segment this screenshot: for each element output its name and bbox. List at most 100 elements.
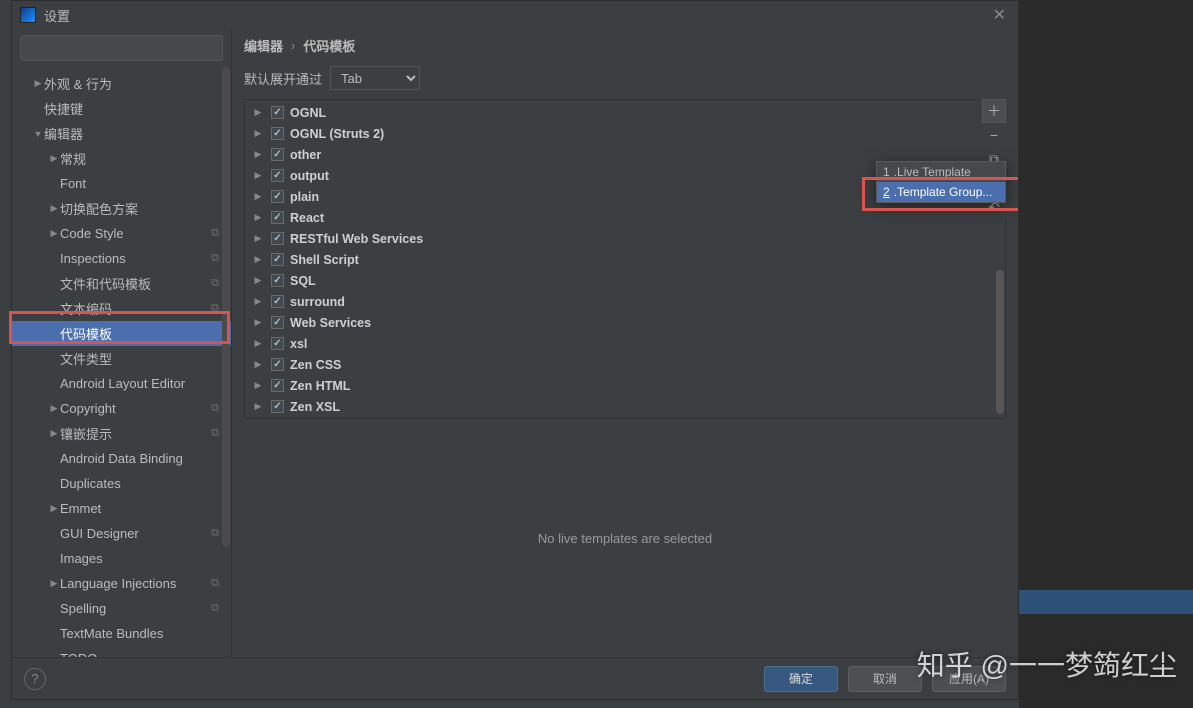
ok-button[interactable]: 确定: [764, 666, 838, 692]
expand-arrow-icon[interactable]: ▶: [48, 403, 60, 414]
popup-item[interactable]: 1. Live Template: [877, 162, 1005, 182]
sidebar-item[interactable]: ▶切换配色方案: [12, 196, 231, 221]
group-label: plain: [290, 190, 319, 204]
group-checkbox[interactable]: ✓: [271, 169, 284, 182]
sidebar-item[interactable]: 文件和代码模板⧉: [12, 271, 231, 296]
template-group[interactable]: ▶ ✓ SQL: [245, 270, 995, 291]
expand-arrow-icon[interactable]: ▼: [32, 129, 44, 139]
group-checkbox[interactable]: ✓: [271, 148, 284, 161]
expand-arrow-icon[interactable]: ▶: [251, 233, 265, 244]
group-checkbox[interactable]: ✓: [271, 127, 284, 140]
group-label: SQL: [290, 274, 316, 288]
expand-arrow-icon[interactable]: ▶: [251, 212, 265, 223]
group-checkbox[interactable]: ✓: [271, 337, 284, 350]
add-button[interactable]: ＋: [982, 99, 1006, 123]
popup-item[interactable]: 2. Template Group...: [877, 182, 1005, 202]
sidebar-item[interactable]: 代码模板: [12, 321, 231, 346]
breadcrumb-editor[interactable]: 编辑器: [244, 36, 283, 55]
template-group-list[interactable]: ▶✓OGNL▶✓OGNL (Struts 2)▶✓other▶✓output▶✓…: [245, 100, 995, 418]
template-group[interactable]: ▶✓Web Services: [245, 312, 995, 333]
expand-arrow-icon[interactable]: ▶: [251, 380, 265, 391]
expand-arrow-icon[interactable]: ▶: [48, 203, 60, 214]
template-group[interactable]: ▶✓surround: [245, 291, 995, 312]
expand-arrow-icon[interactable]: ▶: [48, 578, 60, 589]
expand-arrow-icon[interactable]: ▶: [251, 359, 265, 370]
sidebar-item[interactable]: TODO: [12, 646, 231, 657]
scope-badge-icon: ⧉: [211, 402, 219, 415]
expand-arrow-icon[interactable]: ▶: [251, 254, 265, 265]
apply-button[interactable]: 应用(A): [932, 666, 1006, 692]
sidebar-item[interactable]: ▶Copyright⧉: [12, 396, 231, 421]
close-icon[interactable]: ✕: [989, 5, 1010, 25]
sidebar-item-label: Android Data Binding: [60, 451, 225, 466]
sidebar-item[interactable]: ▶镶嵌提示⧉: [12, 421, 231, 446]
group-checkbox[interactable]: ✓: [271, 106, 284, 119]
template-group[interactable]: ▶✓Shell Script: [245, 249, 995, 270]
group-checkbox[interactable]: ✓: [271, 232, 284, 245]
sidebar-item[interactable]: 快捷键: [12, 96, 231, 121]
template-group[interactable]: ▶✓RESTful Web Services: [245, 228, 995, 249]
sidebar-item[interactable]: ▶Code Style⧉: [12, 221, 231, 246]
sidebar-item[interactable]: 文件类型: [12, 346, 231, 371]
expand-arrow-icon[interactable]: ▶: [251, 401, 265, 412]
tree-scrollbar[interactable]: [222, 67, 230, 547]
group-checkbox[interactable]: ✓: [271, 274, 284, 287]
expand-arrow-icon[interactable]: ▶: [48, 428, 60, 439]
expand-arrow-icon[interactable]: ▶: [251, 317, 265, 328]
expand-arrow-icon[interactable]: ▶: [251, 170, 265, 181]
expand-arrow-icon[interactable]: ▶: [48, 503, 60, 514]
group-checkbox[interactable]: ✓: [271, 316, 284, 329]
sidebar-item[interactable]: ▶Language Injections⧉: [12, 571, 231, 596]
expand-arrow-icon[interactable]: ▶: [251, 107, 265, 118]
group-checkbox[interactable]: ✓: [271, 295, 284, 308]
sidebar-item[interactable]: Inspections⧉: [12, 246, 231, 271]
sidebar-item[interactable]: Duplicates: [12, 471, 231, 496]
expand-arrow-icon[interactable]: ▶: [251, 191, 265, 202]
sidebar-item[interactable]: Images: [12, 546, 231, 571]
expand-arrow-icon[interactable]: ▶: [251, 128, 265, 139]
sidebar-item[interactable]: ▶外观 & 行为: [12, 71, 231, 96]
sidebar-item[interactable]: ▶Emmet: [12, 496, 231, 521]
template-group[interactable]: ▶✓React: [245, 207, 995, 228]
sidebar-item[interactable]: ▼编辑器: [12, 121, 231, 146]
template-group[interactable]: ▶ ✓ xsl: [245, 333, 995, 354]
settings-tree[interactable]: ▶外观 & 行为快捷键 ▼编辑器▶常规Font▶切换配色方案▶Code Style…: [12, 67, 231, 657]
main-panel: 编辑器 › 代码模板 默认展开通过 Tab ▶✓OGNL▶✓OGNL (Stru…: [232, 29, 1018, 657]
group-checkbox[interactable]: ✓: [271, 190, 284, 203]
template-group[interactable]: ▶✓Zen HTML: [245, 375, 995, 396]
help-button[interactable]: ?: [24, 668, 46, 690]
group-checkbox[interactable]: ✓: [271, 358, 284, 371]
sidebar-item-label: 快捷键: [44, 99, 225, 118]
search-input[interactable]: [20, 35, 223, 61]
sidebar-item[interactable]: Android Layout Editor: [12, 371, 231, 396]
remove-button[interactable]: −: [982, 123, 1006, 147]
expand-arrow-icon[interactable]: ▶: [32, 78, 44, 89]
expand-arrow-icon[interactable]: ▶: [251, 338, 265, 349]
expand-arrow-icon[interactable]: ▶: [48, 153, 60, 164]
group-checkbox[interactable]: ✓: [271, 253, 284, 266]
expand-arrow-icon[interactable]: ▶: [251, 296, 265, 307]
template-group[interactable]: ▶✓Zen XSL: [245, 396, 995, 417]
expand-with-select[interactable]: Tab: [330, 66, 420, 90]
cancel-button[interactable]: 取消: [848, 666, 922, 692]
sidebar-item[interactable]: Font: [12, 171, 231, 196]
sidebar-item[interactable]: Spelling⧉: [12, 596, 231, 621]
template-group[interactable]: ▶✓OGNL: [245, 102, 995, 123]
group-checkbox[interactable]: ✓: [271, 379, 284, 392]
expand-with-label: 默认展开通过: [244, 69, 322, 88]
group-label: Zen CSS: [290, 358, 341, 372]
template-group[interactable]: ▶✓OGNL (Struts 2): [245, 123, 995, 144]
sidebar-item[interactable]: GUI Designer⧉: [12, 521, 231, 546]
expand-arrow-icon[interactable]: ▶: [48, 228, 60, 239]
group-label: xsl: [290, 337, 307, 351]
template-group[interactable]: ▶ ✓ Zen CSS: [245, 354, 995, 375]
sidebar-item[interactable]: ▶常规: [12, 146, 231, 171]
sidebar-item[interactable]: 文本编码⧉: [12, 296, 231, 321]
group-checkbox[interactable]: ✓: [271, 400, 284, 413]
expand-arrow-icon[interactable]: ▶: [251, 149, 265, 160]
expand-arrow-icon[interactable]: ▶: [251, 275, 265, 286]
background-statusbar: [1019, 590, 1193, 614]
sidebar-item[interactable]: TextMate Bundles: [12, 621, 231, 646]
group-checkbox[interactable]: ✓: [271, 211, 284, 224]
sidebar-item[interactable]: Android Data Binding: [12, 446, 231, 471]
